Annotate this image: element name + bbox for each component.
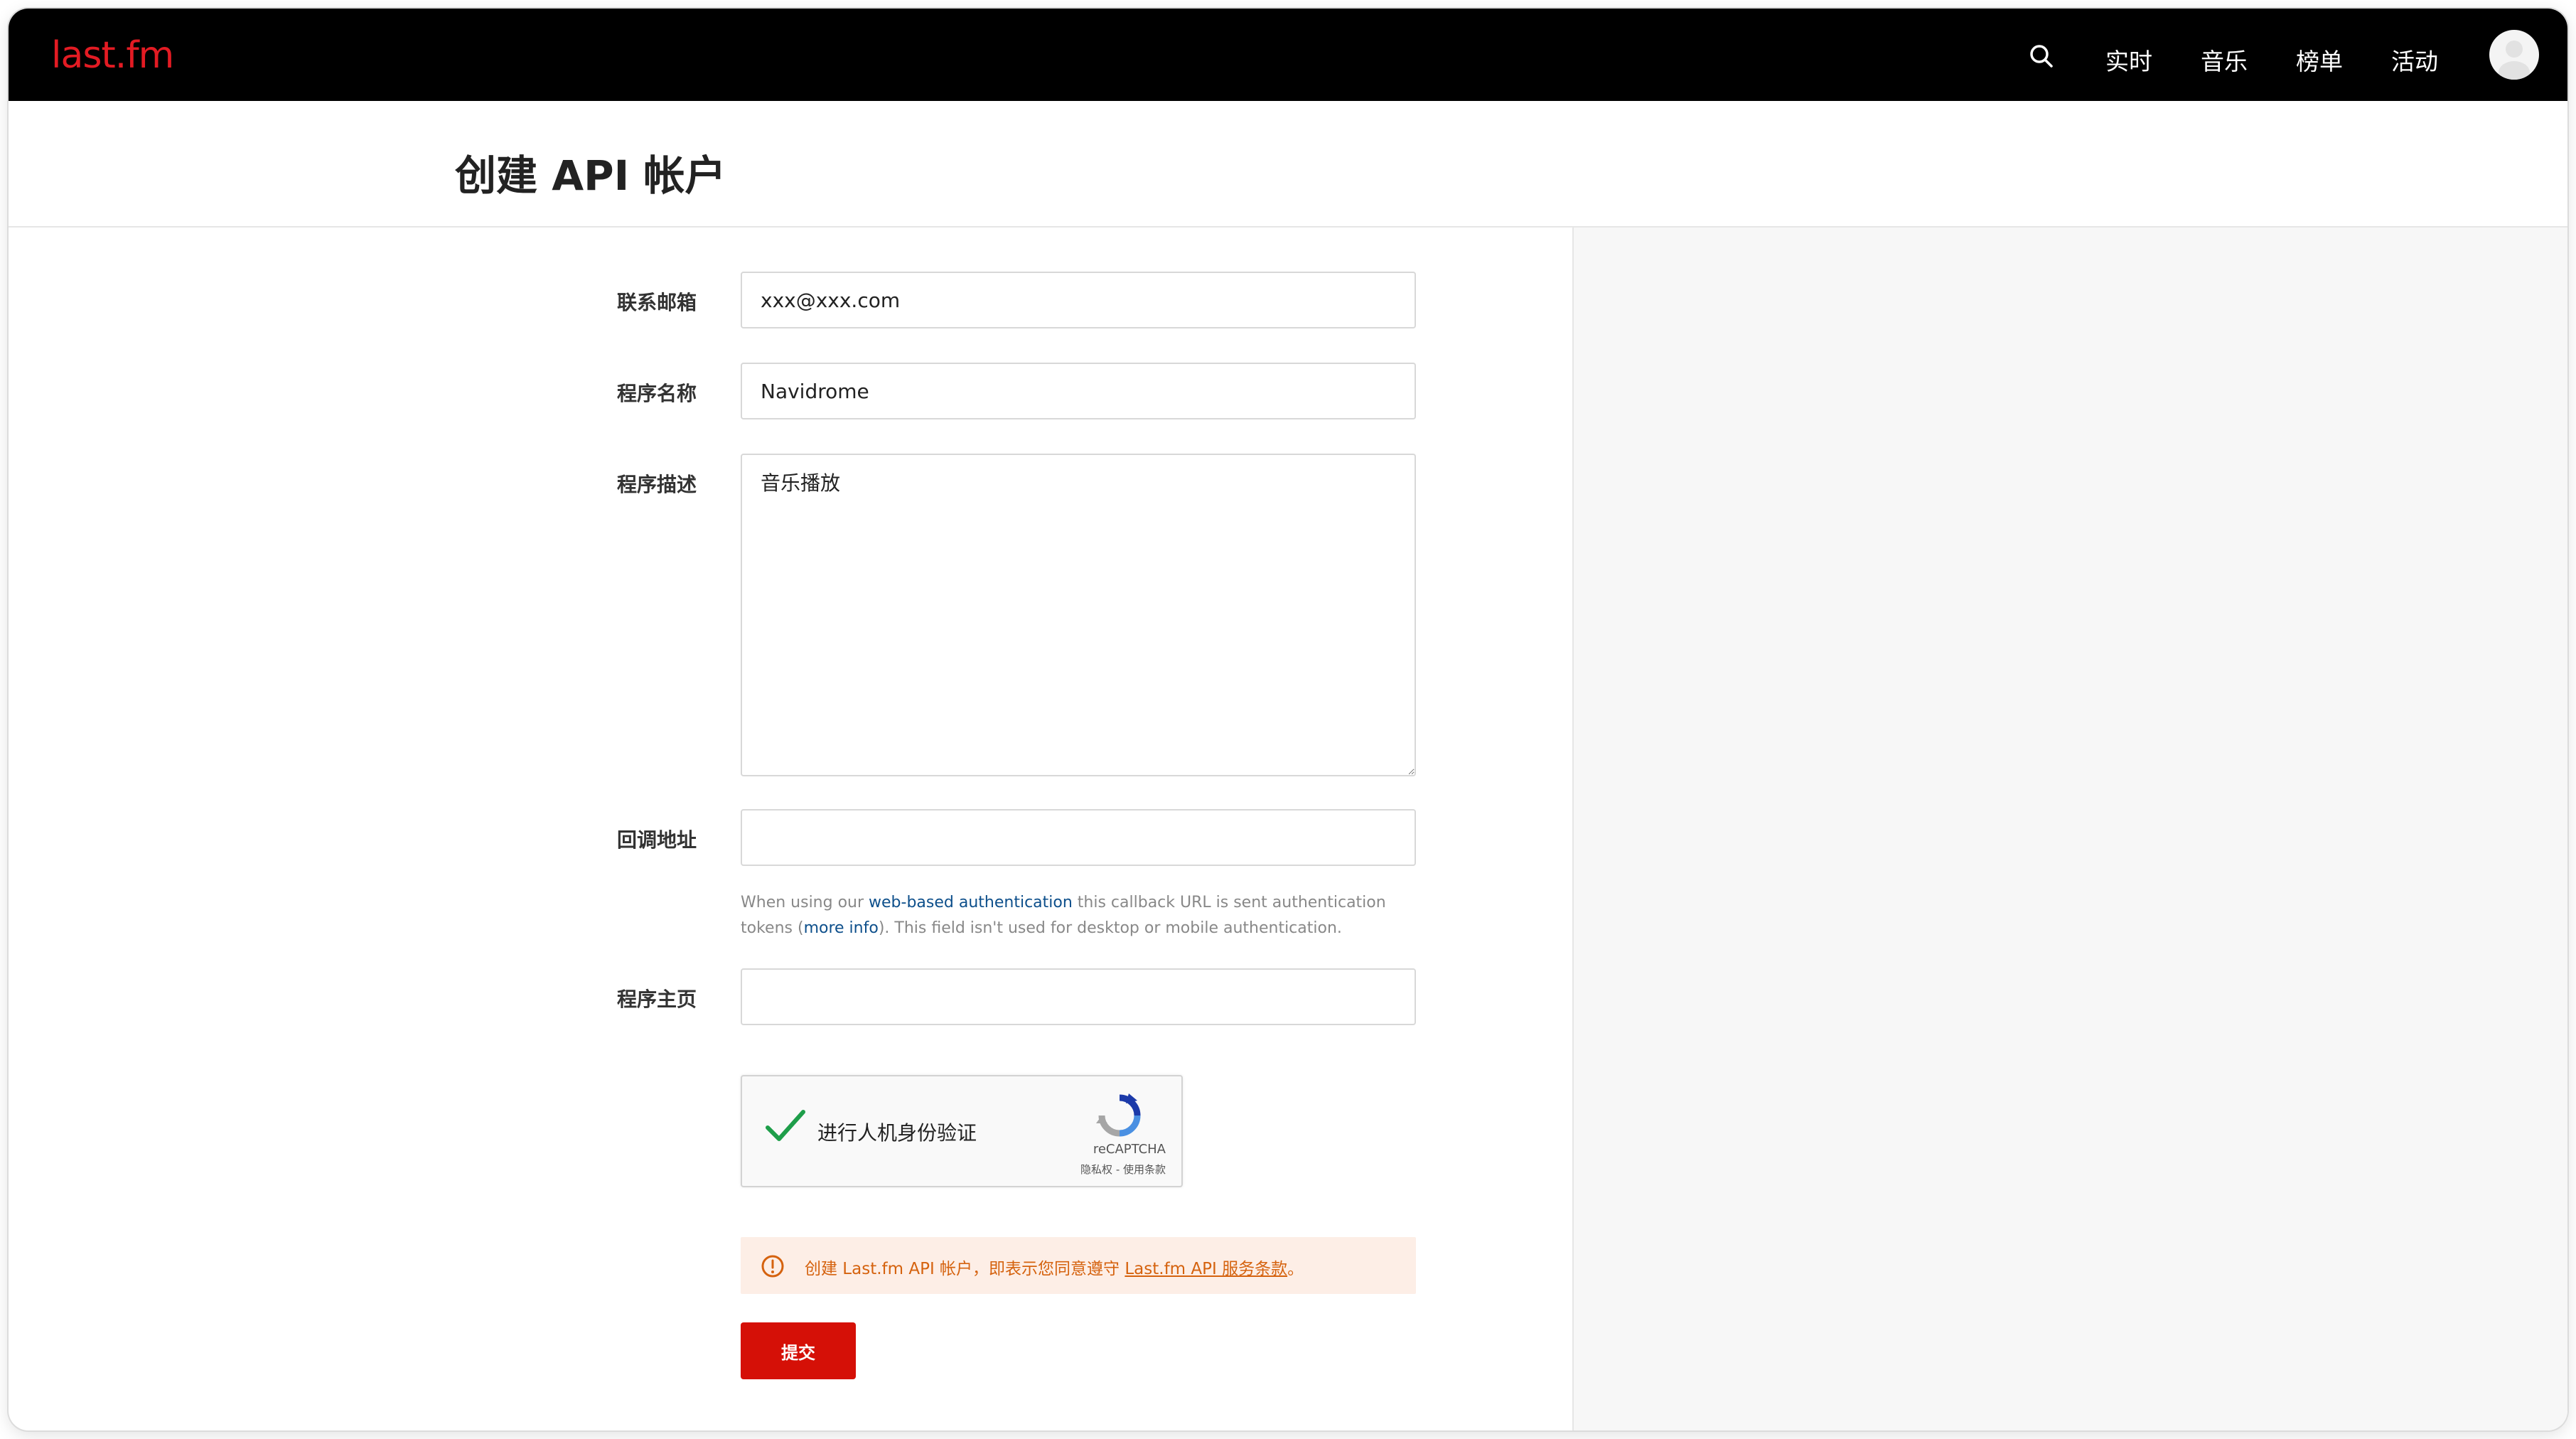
user-avatar[interactable] [2489,30,2539,80]
captcha-label: 进行人机身份验证 [817,1121,977,1145]
nav-live[interactable]: 实时 [2105,43,2152,77]
captcha-checkmark-icon[interactable] [763,1105,807,1149]
recaptcha-brand: reCAPTCHA [1093,1142,1166,1157]
app-name-field[interactable] [741,363,1416,419]
submit-button[interactable]: 提交 [741,1322,856,1379]
help-text-prefix: When using our [741,894,869,911]
browser-window: last.fm 实时 音乐 榜单 活动 创建 API 帐户 联系邮箱 程序名称 … [9,9,2567,1430]
notice-suffix: 。 [1287,1260,1304,1278]
warning-icon [761,1255,784,1278]
notice-prefix: 创建 Last.fm API 帐户，即表示您同意遵守 [805,1260,1125,1278]
web-auth-link[interactable]: web-based authentication [869,894,1073,911]
email-label: 联系邮箱 [617,291,697,314]
app-name-label: 程序名称 [617,382,697,405]
email-field[interactable] [741,272,1416,328]
user-avatar-icon [2499,41,2530,80]
nav-charts[interactable]: 榜单 [2296,43,2343,77]
help-text-suffix: ). This field isn't used for desktop or … [878,919,1342,937]
lastfm-logo[interactable]: last.fm [51,34,174,77]
recaptcha-privacy-terms-links[interactable]: 隐私权 - 使用条款 [1080,1162,1166,1177]
description-textarea[interactable]: 音乐播放 [741,454,1416,776]
homepage-field[interactable] [741,968,1416,1025]
recaptcha-logo-icon [1096,1093,1141,1137]
callback-help-text: When using our web-based authentication … [741,890,1437,941]
terms-notice: 创建 Last.fm API 帐户，即表示您同意遵守 Last.fm API 服… [741,1237,1416,1294]
search-icon[interactable] [2027,42,2056,70]
nav-events[interactable]: 活动 [2391,43,2438,77]
api-terms-link[interactable]: Last.fm API 服务条款 [1125,1260,1287,1278]
top-navigation-bar: last.fm 实时 音乐 榜单 活动 [9,9,2567,101]
sidebar-panel [1572,228,2567,1430]
page-title: 创建 API 帐户 [455,151,726,200]
nav-music[interactable]: 音乐 [2201,43,2248,77]
page-header: 创建 API 帐户 [9,101,2567,228]
more-info-link[interactable]: more info [804,919,879,937]
callback-url-label: 回调地址 [617,828,697,852]
recaptcha-widget: 进行人机身份验证 reCAPTCHA 隐私权 - 使用条款 [741,1075,1183,1187]
notice-text: 创建 Last.fm API 帐户，即表示您同意遵守 Last.fm API 服… [805,1255,1304,1279]
homepage-label: 程序主页 [617,988,697,1011]
callback-url-field[interactable] [741,809,1416,866]
description-label: 程序描述 [617,473,697,496]
